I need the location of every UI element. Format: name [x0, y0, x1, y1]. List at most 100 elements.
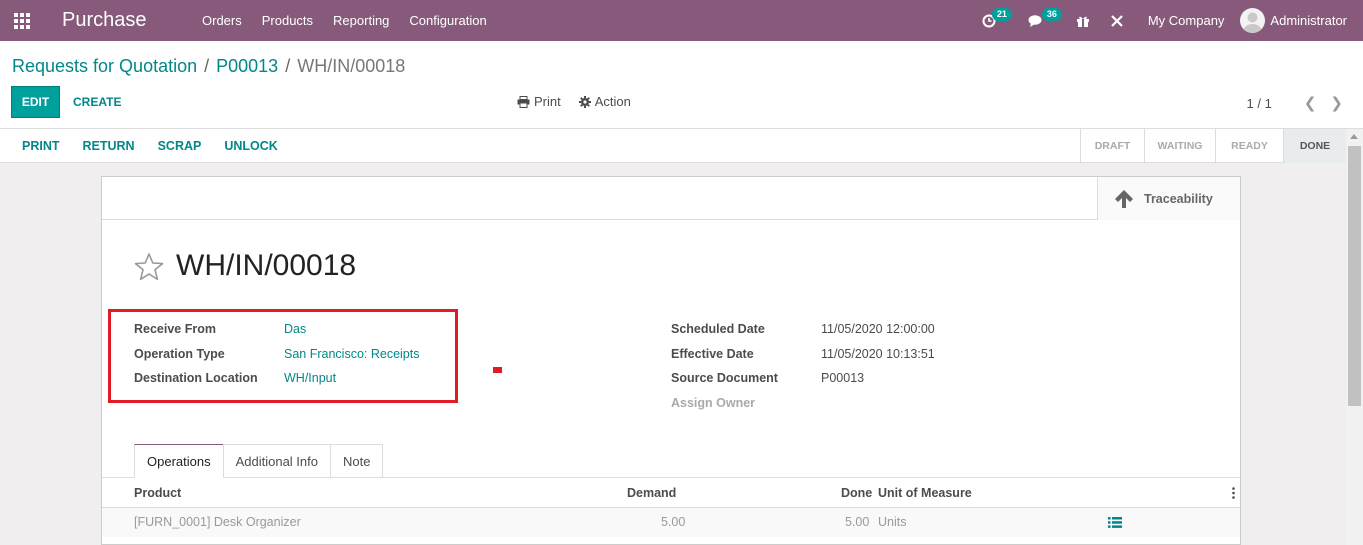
button-box: Traceability — [102, 177, 1240, 220]
breadcrumb-rfq[interactable]: Requests for Quotation — [12, 56, 197, 77]
breadcrumb: Requests for Quotation / P00013 / WH/IN/… — [12, 56, 405, 77]
user-name: Administrator — [1270, 13, 1347, 28]
action-label: Action — [594, 94, 631, 109]
header-buttons: PRINT RETURN SCRAP UNLOCK — [22, 129, 278, 163]
chevron-left-icon[interactable]: ❮ — [1304, 94, 1317, 112]
right-field-group: Scheduled Date 11/05/2020 12:00:00 Effec… — [671, 317, 935, 415]
detailed-operations-icon[interactable] — [1108, 517, 1122, 528]
stage-ready: READY — [1215, 129, 1283, 163]
company-switcher[interactable]: My Company — [1134, 13, 1241, 28]
stage-draft: DRAFT — [1080, 129, 1144, 163]
field-effective-date: Effective Date 11/05/2020 10:13:51 — [671, 342, 935, 367]
pager-value[interactable]: 1 / 1 — [1247, 96, 1272, 111]
column-done[interactable]: Done — [841, 486, 872, 500]
tab-operations[interactable]: Operations — [134, 444, 224, 478]
field-label: Scheduled Date — [671, 322, 765, 337]
avatar — [1240, 8, 1266, 33]
printer-icon — [517, 95, 530, 108]
source-document-value: P00013 — [821, 371, 865, 386]
done-cell: 5.00 — [845, 515, 870, 529]
debug-tools[interactable] — [1100, 0, 1134, 41]
print-button[interactable]: PRINT — [22, 139, 60, 153]
tools-icon — [1111, 14, 1123, 27]
return-button[interactable]: RETURN — [83, 139, 135, 153]
app-name[interactable]: Purchase — [62, 9, 192, 32]
gear-icon — [578, 95, 591, 108]
traceability-button[interactable]: Traceability — [1097, 177, 1240, 220]
field-scheduled-date: Scheduled Date 11/05/2020 12:00:00 — [671, 317, 935, 342]
field-label: Source Document — [671, 371, 778, 386]
breadcrumb-po[interactable]: P00013 — [216, 56, 278, 77]
edit-button[interactable]: EDIT — [11, 86, 60, 118]
field-label: Effective Date — [671, 346, 754, 361]
notebook-tabs: Operations Additional Info Note — [134, 444, 384, 478]
scrollbar-thumb[interactable] — [1348, 146, 1361, 406]
menu-orders[interactable]: Orders — [192, 0, 252, 41]
stage-bar: DRAFT WAITING READY DONE — [1080, 129, 1346, 163]
uom-cell: Units — [878, 515, 907, 529]
field-source-document: Source Document P00013 — [671, 366, 935, 391]
gift-icon — [1076, 16, 1089, 27]
table-row[interactable]: [FURN_0001] Desk Organizer 5.00 5.00 Uni… — [102, 508, 1240, 537]
user-menu[interactable]: Administrator — [1240, 8, 1363, 33]
scrap-button[interactable]: SCRAP — [158, 139, 202, 153]
messages-count-badge: 36 — [1041, 8, 1062, 21]
breadcrumb-separator: / — [204, 56, 210, 76]
effective-date-value: 11/05/2020 10:13:51 — [821, 346, 935, 361]
pager: 1 / 1 ❮ ❯ — [1247, 94, 1343, 112]
highlight-annotation-mark — [493, 367, 502, 373]
scroll-up-arrow-icon[interactable] — [1350, 134, 1358, 139]
column-product[interactable]: Product — [134, 486, 181, 500]
tab-note[interactable]: Note — [330, 444, 384, 478]
print-dropdown[interactable]: Print — [517, 94, 561, 109]
field-destination-location: Destination Location WH/Input — [134, 366, 419, 391]
systray: 21 36 My Company Administrator — [972, 0, 1363, 41]
action-dropdown[interactable]: Action — [578, 94, 631, 109]
print-label: Print — [534, 94, 561, 109]
operation-type-link[interactable]: San Francisco: Receipts — [284, 347, 419, 361]
activity-count-badge: 21 — [991, 8, 1012, 21]
arrow-up-icon — [1115, 190, 1133, 208]
chevron-right-icon[interactable]: ❯ — [1330, 94, 1343, 112]
tab-additional-info[interactable]: Additional Info — [222, 444, 331, 478]
demand-cell: 5.00 — [661, 515, 686, 529]
messaging-menu[interactable]: 36 — [1018, 0, 1062, 41]
optional-columns-icon[interactable] — [1232, 487, 1235, 499]
create-button[interactable]: CREATE — [73, 86, 121, 118]
column-demand[interactable]: Demand — [627, 486, 676, 500]
field-assign-owner: Assign Owner — [671, 391, 935, 416]
record-title: WH/IN/00018 — [176, 249, 357, 282]
star-icon[interactable] — [134, 252, 164, 281]
breadcrumb-separator: / — [285, 56, 291, 76]
menu-configuration[interactable]: Configuration — [399, 0, 496, 41]
breadcrumb-current: WH/IN/00018 — [297, 56, 406, 76]
field-receive-from: Receive From Das — [134, 317, 419, 342]
product-cell: [FURN_0001] Desk Organizer — [134, 515, 301, 529]
apps-menu-icon[interactable] — [0, 0, 44, 41]
field-label: Assign Owner — [671, 395, 756, 410]
field-label: Destination Location — [134, 371, 258, 386]
status-bar: PRINT RETURN SCRAP UNLOCK DRAFT WAITING … — [0, 129, 1346, 163]
form-sheet: Traceability WH/IN/00018 Receive From Da… — [101, 176, 1241, 545]
stage-waiting: WAITING — [1144, 129, 1215, 163]
destination-location-link[interactable]: WH/Input — [284, 371, 336, 385]
stage-done: DONE — [1283, 129, 1346, 163]
top-navbar: Purchase Orders Products Reporting Confi… — [0, 0, 1363, 41]
unlock-button[interactable]: UNLOCK — [224, 139, 277, 153]
field-label: Operation Type — [134, 346, 225, 361]
control-panel: Requests for Quotation / P00013 / WH/IN/… — [0, 41, 1363, 129]
scheduled-date-value: 11/05/2020 12:00:00 — [821, 322, 935, 337]
partner-link[interactable]: Das — [284, 322, 306, 336]
gift-menu[interactable] — [1066, 0, 1100, 41]
sidebar-actions: Print Action — [517, 94, 631, 109]
traceability-label: Traceability — [1144, 191, 1213, 206]
scrollbar[interactable] — [1346, 129, 1363, 545]
field-operation-type: Operation Type San Francisco: Receipts — [134, 342, 419, 367]
main-menu: Orders Products Reporting Configuration — [192, 0, 497, 41]
menu-reporting[interactable]: Reporting — [323, 0, 399, 41]
activity-menu[interactable]: 21 — [972, 0, 1012, 41]
menu-products[interactable]: Products — [252, 0, 323, 41]
operations-table: Product Demand Done Unit of Measure [FUR… — [102, 478, 1240, 537]
column-unit-of-measure[interactable]: Unit of Measure — [878, 486, 972, 500]
title-row: WH/IN/00018 — [134, 249, 356, 283]
